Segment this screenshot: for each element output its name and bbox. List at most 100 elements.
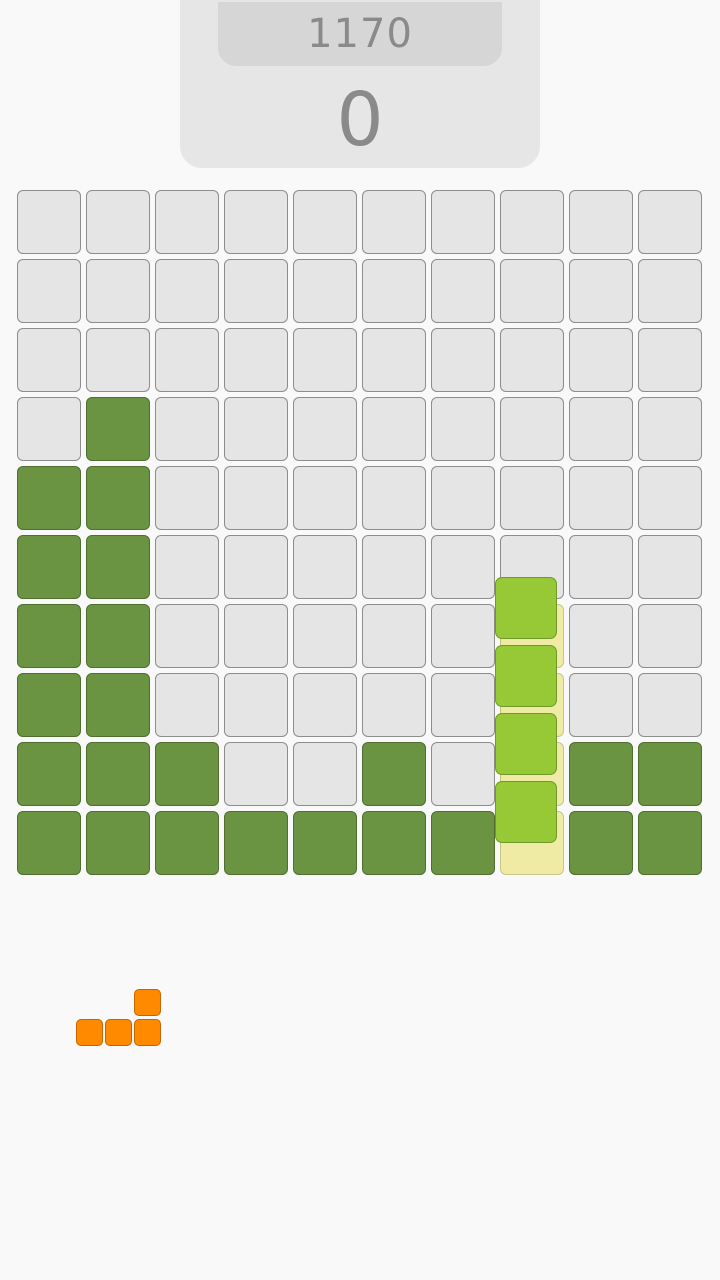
board-cell-empty[interactable] <box>155 328 219 392</box>
board-cell-filled[interactable] <box>362 742 426 806</box>
board-cell-empty[interactable] <box>155 535 219 599</box>
board-cell-empty[interactable] <box>569 397 633 461</box>
board-cell-empty[interactable] <box>362 604 426 668</box>
board-cell-filled[interactable] <box>17 466 81 530</box>
board-cell-empty[interactable] <box>86 259 150 323</box>
board-cell-filled[interactable] <box>155 811 219 875</box>
board-cell-empty[interactable] <box>362 466 426 530</box>
board-cell-empty[interactable] <box>500 259 564 323</box>
board-cell-filled[interactable] <box>86 673 150 737</box>
board-cell-empty[interactable] <box>224 604 288 668</box>
board-cell-filled[interactable] <box>86 535 150 599</box>
board-cell-empty[interactable] <box>431 742 495 806</box>
board-cell-empty[interactable] <box>638 397 702 461</box>
board-cell-filled[interactable] <box>155 742 219 806</box>
board-cell-empty[interactable] <box>569 535 633 599</box>
board-cell-filled[interactable] <box>86 466 150 530</box>
board-cell-filled[interactable] <box>569 742 633 806</box>
board-cell-empty[interactable] <box>224 190 288 254</box>
board-cell-empty[interactable] <box>362 259 426 323</box>
board-cell-empty[interactable] <box>155 604 219 668</box>
board-cell-filled[interactable] <box>17 604 81 668</box>
board-cell-empty[interactable] <box>569 259 633 323</box>
board-cell-empty[interactable] <box>155 397 219 461</box>
board-cell-empty[interactable] <box>431 604 495 668</box>
board-cell-empty[interactable] <box>638 328 702 392</box>
board-cell-empty[interactable] <box>86 190 150 254</box>
active-piece-block[interactable] <box>495 577 557 639</box>
board-cell-empty[interactable] <box>569 190 633 254</box>
board-cell-filled[interactable] <box>17 811 81 875</box>
board-cell-empty[interactable] <box>431 397 495 461</box>
board-cell-empty[interactable] <box>293 259 357 323</box>
board-cell-empty[interactable] <box>17 259 81 323</box>
active-piece[interactable] <box>495 577 557 843</box>
board-cell-filled[interactable] <box>86 604 150 668</box>
board-cell-empty[interactable] <box>431 466 495 530</box>
board-cell-empty[interactable] <box>569 604 633 668</box>
board-cell-empty[interactable] <box>569 466 633 530</box>
game-board[interactable] <box>16 189 706 879</box>
board-cell-empty[interactable] <box>17 397 81 461</box>
board-cell-empty[interactable] <box>224 328 288 392</box>
board-cell-filled[interactable] <box>17 535 81 599</box>
board-cell-empty[interactable] <box>638 190 702 254</box>
board-cell-filled[interactable] <box>362 811 426 875</box>
board-cell-filled[interactable] <box>431 811 495 875</box>
board-cell-empty[interactable] <box>293 466 357 530</box>
board-cell-empty[interactable] <box>431 190 495 254</box>
board-cell-filled[interactable] <box>86 397 150 461</box>
board-cell-filled[interactable] <box>638 742 702 806</box>
board-cell-empty[interactable] <box>293 535 357 599</box>
board-cell-empty[interactable] <box>362 397 426 461</box>
board-cell-filled[interactable] <box>224 811 288 875</box>
board-cell-filled[interactable] <box>638 811 702 875</box>
board-cell-empty[interactable] <box>638 535 702 599</box>
board-cell-empty[interactable] <box>500 397 564 461</box>
board-cell-filled[interactable] <box>17 742 81 806</box>
board-cell-empty[interactable] <box>638 673 702 737</box>
board-cell-empty[interactable] <box>500 328 564 392</box>
board-cell-filled[interactable] <box>86 811 150 875</box>
board-cell-empty[interactable] <box>155 466 219 530</box>
board-cell-filled[interactable] <box>17 673 81 737</box>
board-cell-empty[interactable] <box>431 535 495 599</box>
board-cell-empty[interactable] <box>155 190 219 254</box>
board-cell-empty[interactable] <box>569 673 633 737</box>
board-cell-empty[interactable] <box>362 673 426 737</box>
board-cell-empty[interactable] <box>224 466 288 530</box>
board-cell-empty[interactable] <box>293 673 357 737</box>
active-piece-block[interactable] <box>495 645 557 707</box>
board-cell-empty[interactable] <box>224 397 288 461</box>
board-cell-empty[interactable] <box>293 604 357 668</box>
board-cell-empty[interactable] <box>155 259 219 323</box>
board-cell-empty[interactable] <box>86 328 150 392</box>
board-cell-empty[interactable] <box>224 259 288 323</box>
board-cell-empty[interactable] <box>638 466 702 530</box>
board-cell-empty[interactable] <box>638 604 702 668</box>
board-cell-empty[interactable] <box>224 742 288 806</box>
board-cell-empty[interactable] <box>224 673 288 737</box>
board-cell-empty[interactable] <box>362 535 426 599</box>
board-cell-filled[interactable] <box>569 811 633 875</box>
board-cell-empty[interactable] <box>17 328 81 392</box>
board-cell-empty[interactable] <box>362 190 426 254</box>
board-cell-empty[interactable] <box>431 328 495 392</box>
board-cell-empty[interactable] <box>224 535 288 599</box>
board-cell-empty[interactable] <box>500 466 564 530</box>
board-cell-empty[interactable] <box>293 190 357 254</box>
board-cell-empty[interactable] <box>431 673 495 737</box>
board-cell-empty[interactable] <box>569 328 633 392</box>
board-cell-filled[interactable] <box>293 811 357 875</box>
board-cell-empty[interactable] <box>293 328 357 392</box>
active-piece-block[interactable] <box>495 713 557 775</box>
active-piece-block[interactable] <box>495 781 557 843</box>
board-cell-empty[interactable] <box>293 742 357 806</box>
board-cell-empty[interactable] <box>17 190 81 254</box>
board-cell-empty[interactable] <box>155 673 219 737</box>
board-cell-empty[interactable] <box>500 190 564 254</box>
board-cell-empty[interactable] <box>638 259 702 323</box>
board-cell-empty[interactable] <box>362 328 426 392</box>
board-cell-empty[interactable] <box>431 259 495 323</box>
board-cell-filled[interactable] <box>86 742 150 806</box>
